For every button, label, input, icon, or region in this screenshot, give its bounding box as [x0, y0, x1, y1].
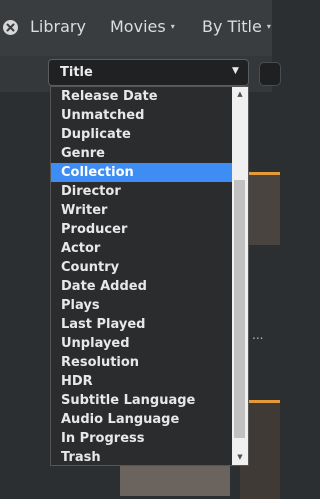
sort-option[interactable]: Producer [51, 220, 233, 239]
sort-options-list[interactable]: Release Date Unmatched Duplicate Genre Colle… [50, 86, 249, 466]
toolbar-button[interactable] [259, 62, 281, 86]
sort-option[interactable]: In Progress [51, 429, 233, 448]
scroll-down-icon[interactable]: ▼ [232, 450, 248, 465]
sort-option[interactable]: Collection [51, 163, 233, 182]
sort-option[interactable]: Subtitle Language [51, 391, 233, 410]
sort-option[interactable]: Country [51, 258, 233, 277]
top-nav-bar: Library Movies ▾ By Title ▾ [0, 0, 272, 56]
chevron-down-icon: ▾ [266, 22, 271, 31]
sort-option[interactable]: Director [51, 182, 233, 201]
sort-option[interactable]: Date Added [51, 277, 233, 296]
sort-option[interactable]: Trash [51, 448, 233, 465]
sort-option[interactable]: Duplicate [51, 125, 233, 144]
sort-dropdown[interactable]: By Title ▾ [202, 17, 271, 36]
sort-option[interactable]: Audio Language [51, 410, 233, 429]
sort-option[interactable]: Genre [51, 144, 233, 163]
sort-option[interactable]: Release Date [51, 87, 233, 106]
sort-option[interactable]: Plays [51, 296, 233, 315]
library-link[interactable]: Library [30, 17, 86, 36]
sort-option[interactable]: Resolution [51, 353, 233, 372]
sort-option[interactable]: Actor [51, 239, 233, 258]
sort-label: By Title [202, 17, 262, 36]
close-icon[interactable] [3, 20, 18, 35]
caret-down-icon: ▼ [232, 66, 239, 76]
sort-option[interactable]: Unplayed [51, 334, 233, 353]
sort-option[interactable]: Writer [51, 201, 233, 220]
scroll-up-icon[interactable]: ▲ [232, 87, 248, 102]
sort-option[interactable]: Last Played [51, 315, 233, 334]
chevron-down-icon: ▾ [170, 22, 175, 31]
scroll-thumb[interactable] [234, 180, 245, 438]
sort-option[interactable]: HDR [51, 372, 233, 391]
select-value: Title [60, 65, 93, 80]
sort-option[interactable]: Unmatched [51, 106, 233, 125]
sort-select[interactable]: Title ▼ [48, 59, 249, 86]
scrollbar[interactable]: ▲ ▼ [232, 87, 248, 465]
movies-dropdown[interactable]: Movies ▾ [110, 17, 175, 36]
more-options-icon[interactable]: ... [252, 328, 263, 342]
movies-label: Movies [110, 17, 166, 36]
